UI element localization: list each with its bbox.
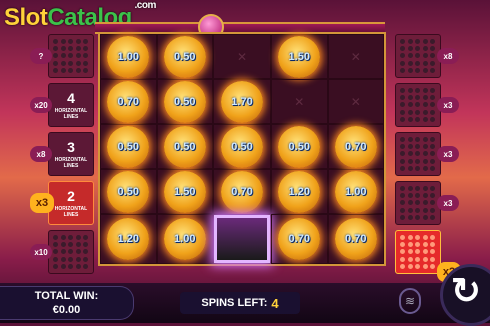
coin-cell: 0.50 [156, 124, 213, 169]
lines-number: 3 [67, 139, 75, 155]
multiplier-badge: x8 [437, 48, 459, 64]
coin-cell: 0.50 [156, 79, 213, 124]
coin-value: 0.70 [221, 170, 263, 213]
coin-cell: 1.20 [100, 214, 157, 264]
coin-value: 0.50 [221, 125, 263, 168]
lines-number: 4 [67, 90, 75, 106]
coin-value: 0.50 [107, 170, 150, 213]
coin-value: 0.50 [107, 125, 150, 168]
coin-value: 0.70 [334, 218, 377, 260]
empty-cell [327, 79, 384, 124]
pattern-tile [395, 34, 441, 78]
paytable-row: x3 [395, 130, 459, 178]
lines-label: HORIZONTAL LINES [54, 157, 88, 169]
coin-cell: 0.50 [100, 124, 157, 169]
coin-cell: 1.00 [156, 214, 213, 264]
coin-cell: 0.70 [327, 124, 384, 169]
coin-value: 1.20 [278, 170, 321, 213]
coin-cell: 1.70 [213, 79, 271, 124]
lines-label: HORIZONTAL LINES [54, 108, 88, 120]
coin-cell: 0.50 [271, 124, 328, 169]
paytable-row: x3 [395, 179, 459, 227]
reel-grid: 1.000.501.500.700.501.700.500.500.500.50… [98, 32, 386, 266]
coin-cell: 0.50 [100, 169, 157, 214]
paytable-row: 3 HORIZONTAL LINES x8 [30, 130, 96, 178]
coin-cell: 0.70 [100, 79, 157, 124]
coin-cell: 0.70 [213, 169, 271, 214]
coin-value: 0.50 [278, 125, 321, 168]
multiplier-badge: x8 [30, 146, 52, 162]
coin-value: 0.70 [107, 80, 150, 123]
paytable-row: x3 [395, 81, 459, 129]
coin-value: 1.20 [107, 218, 150, 260]
lines-tile: 4 HORIZONTAL LINES [48, 83, 94, 127]
lines-tile: 3 HORIZONTAL LINES [48, 132, 94, 176]
coin-value: 1.50 [163, 170, 206, 213]
coin-value: 1.00 [107, 35, 150, 78]
coin-value: 0.70 [334, 125, 377, 168]
coin-value: 1.70 [221, 80, 263, 123]
paytable-row: 2 HORIZONTAL LINES x3 [30, 179, 96, 227]
coin-stack-icon: ≋ [404, 294, 416, 308]
coin-cell: 0.50 [213, 124, 271, 169]
coin-cell: 1.50 [271, 34, 328, 79]
pattern-tile [395, 132, 441, 176]
multiplier-badge: ? [30, 48, 52, 64]
multiplier-badge: x20 [30, 97, 52, 113]
paytable-row: x10 [30, 228, 96, 276]
coin-value: 1.00 [163, 218, 206, 260]
coin-cell: 1.00 [100, 34, 157, 79]
coin-cell: 0.50 [156, 34, 213, 79]
total-win-box: TOTAL WIN: €0.00 [0, 286, 134, 320]
coin-cell: 1.20 [271, 169, 328, 214]
left-paytable-panel: ? 4 HORIZONTAL LINES x20 3 HORIZONTAL LINES x8… [30, 32, 96, 277]
coin-value: 0.50 [163, 35, 206, 78]
coin-value: 1.50 [278, 35, 321, 78]
coin-value: 1.00 [334, 170, 377, 213]
mystery-cell [213, 214, 271, 264]
coin-cell: 1.50 [156, 169, 213, 214]
pattern-tile [48, 230, 94, 274]
total-win-label: TOTAL WIN: [34, 290, 99, 302]
coin-cell: 1.00 [327, 169, 384, 214]
coin-cell: 0.70 [271, 214, 328, 264]
coin-value: 0.50 [163, 80, 206, 123]
lines-number: 2 [67, 188, 75, 204]
pattern-tile [395, 83, 441, 127]
coin-cell: 0.70 [327, 214, 384, 264]
right-paytable-panel: x8 x3 x3 x3 x2 [395, 32, 461, 282]
pattern-tile [395, 181, 441, 225]
spin-arrow-icon: ↻ [450, 270, 482, 311]
coin-value: 0.70 [278, 218, 321, 260]
pattern-tile [48, 34, 94, 78]
spins-left-label: SPINS LEFT: [201, 297, 268, 309]
lines-tile: 2 HORIZONTAL LINES [48, 181, 94, 225]
multiplier-badge: x3 [437, 195, 459, 211]
multiplier-badge: x3 [437, 146, 459, 162]
paytable-row: 4 HORIZONTAL LINES x20 [30, 81, 96, 129]
coin-value: 0.50 [163, 125, 206, 168]
paytable-row: x8 [395, 32, 459, 80]
multiplier-badge: x3 [437, 97, 459, 113]
empty-cell [327, 34, 384, 79]
spins-left-display: SPINS LEFT: 4 [180, 292, 300, 314]
lines-label: HORIZONTAL LINES [54, 206, 88, 218]
paytable-row: x2 [395, 228, 461, 282]
paytable-row: ? [30, 32, 96, 80]
pattern-tile [395, 230, 441, 274]
total-win-value: €0.00 [52, 304, 81, 316]
multiplier-badge: x3 [30, 193, 54, 213]
empty-cell [271, 79, 328, 124]
multiplier-badge: x10 [30, 244, 52, 260]
empty-cell [213, 34, 271, 79]
mystery-box-icon [214, 215, 270, 263]
bet-coins-button[interactable]: ≋ [399, 288, 421, 314]
spins-left-count: 4 [271, 295, 279, 311]
